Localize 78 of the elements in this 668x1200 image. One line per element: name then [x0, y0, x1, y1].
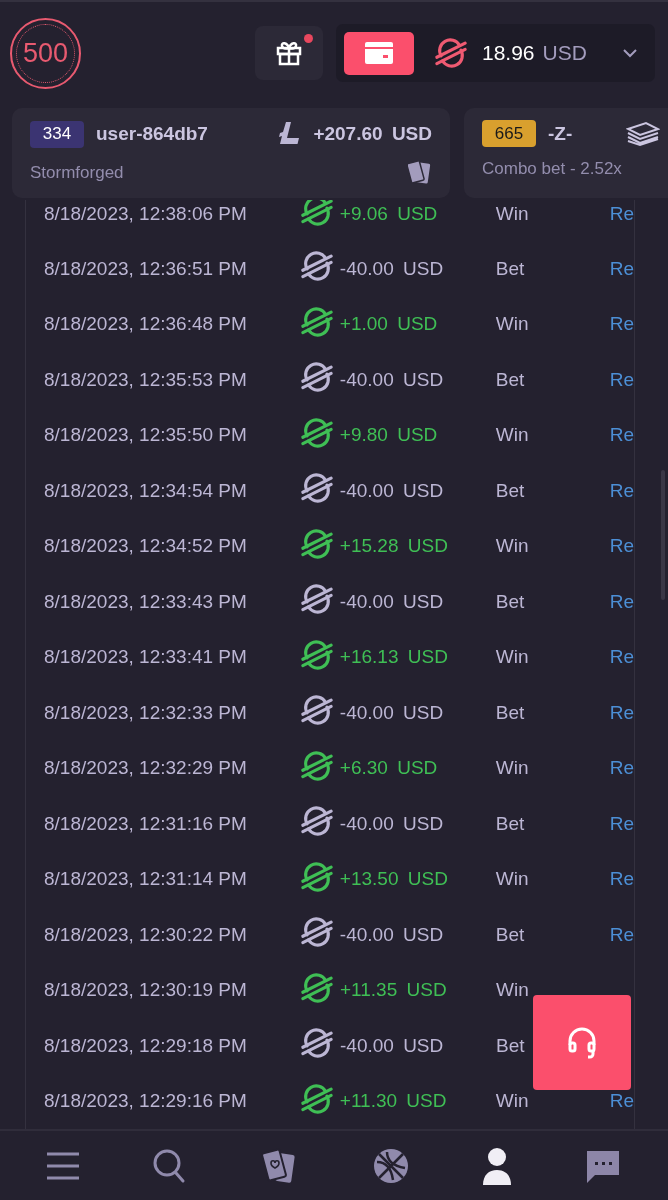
transaction-date: 8/18/2023, 12:34:52 PM — [43, 535, 248, 558]
logo: 500 — [10, 17, 81, 89]
transaction-type: Win — [495, 535, 529, 557]
balance-amount: 18.96 — [482, 41, 535, 65]
transaction-type: Win — [495, 202, 529, 224]
transaction-date: 8/18/2023, 12:31:14 PM — [43, 868, 248, 891]
transaction-type: Bet — [495, 923, 525, 945]
transaction-amount: +9.80 USD — [339, 424, 439, 447]
transaction-link[interactable]: Re — [609, 701, 634, 724]
transaction-link[interactable]: Re — [609, 202, 634, 225]
transaction-type: Bet — [495, 701, 525, 723]
level-badge: 665 — [482, 120, 536, 147]
transaction-amount: -40.00 USD — [339, 923, 445, 946]
transaction-link[interactable]: Re — [609, 479, 634, 502]
transaction-link[interactable]: Re — [609, 757, 634, 780]
bet-amount: +207.60 USD — [313, 123, 432, 145]
transaction-type: Bet — [495, 257, 525, 279]
transaction-link[interactable]: Re — [609, 535, 634, 558]
transaction-amount: -40.00 USD — [339, 479, 445, 502]
transaction-date: 8/18/2023, 12:32:29 PM — [43, 757, 248, 780]
username: -Z- — [548, 122, 573, 145]
transaction-link[interactable]: Re — [609, 868, 634, 891]
transaction-link[interactable]: Re — [609, 812, 634, 835]
bet-card[interactable]: 665 -Z- Combo bet - 2.52x — [464, 108, 668, 198]
transaction-date: 8/18/2023, 12:33:43 PM — [43, 590, 248, 613]
transaction-link[interactable]: Re — [609, 424, 634, 447]
transaction-link[interactable]: Re — [609, 646, 634, 669]
transaction-type: Bet — [495, 479, 525, 501]
transaction-type: Bet — [495, 590, 525, 612]
transaction-link[interactable]: Re — [609, 590, 634, 613]
transaction-type: Win — [496, 979, 529, 1001]
transaction-amount: +15.28 USD — [339, 535, 449, 558]
transaction-type: Win — [495, 646, 529, 668]
transaction-link[interactable]: Re — [609, 313, 634, 336]
transaction-amount: -40.00 USD — [339, 368, 445, 391]
transaction-amount: +6.30 USD — [339, 757, 439, 780]
transaction-amount: -40.00 USD — [339, 257, 445, 280]
transaction-date: 8/18/2023, 12:30:22 PM — [43, 923, 248, 946]
transaction-amount: +11.30 USD — [339, 1090, 448, 1113]
transaction-amount: -40.00 USD — [339, 701, 445, 724]
transaction-date: 8/18/2023, 12:32:33 PM — [43, 701, 248, 724]
transaction-link[interactable]: Re — [609, 257, 634, 280]
transaction-date: 8/18/2023, 12:29:18 PM — [43, 1034, 248, 1057]
transaction-type: Win — [495, 757, 529, 779]
transaction-amount: +13.50 USD — [339, 868, 449, 891]
transaction-link[interactable]: Re — [609, 368, 634, 391]
level-badge: 334 — [30, 120, 84, 148]
transaction-date: 8/18/2023, 12:33:41 PM — [43, 646, 248, 669]
transaction-link[interactable]: Re — [609, 1090, 634, 1113]
transaction-amount: -40.00 USD — [340, 1034, 445, 1057]
transaction-date: 8/18/2023, 12:36:51 PM — [43, 257, 248, 280]
transaction-type: Win — [495, 868, 529, 890]
transaction-type: Bet — [495, 812, 525, 834]
transaction-date: 8/18/2023, 12:31:16 PM — [43, 812, 248, 835]
transaction-date: 8/18/2023, 12:29:16 PM — [43, 1090, 248, 1113]
transaction-type: Win — [495, 313, 529, 335]
transaction-type: Bet — [495, 368, 525, 390]
transaction-type: Bet — [496, 1034, 525, 1056]
transaction-date: 8/18/2023, 12:34:54 PM — [43, 479, 248, 502]
transaction-amount: -40.00 USD — [339, 812, 445, 835]
transaction-date: 8/18/2023, 12:35:50 PM — [43, 424, 248, 447]
transaction-date: 8/18/2023, 12:36:48 PM — [43, 313, 248, 336]
transaction-type: Win — [495, 424, 529, 446]
transaction-date: 8/18/2023, 12:30:19 PM — [43, 979, 248, 1002]
bet-card[interactable]: 334 user-864db7 +207.60 USD Stormforged — [12, 108, 450, 198]
transaction-amount: +16.13 USD — [339, 646, 449, 669]
bet-caption: Stormforged — [30, 163, 124, 183]
transaction-date: 8/18/2023, 12:35:53 PM — [43, 368, 248, 391]
transaction-amount: +1.00 USD — [339, 313, 439, 336]
transaction-amount: +11.35 USD — [340, 979, 448, 1002]
transaction-link[interactable]: Re — [609, 923, 634, 946]
username: user-864db7 — [96, 123, 208, 145]
transaction-amount: -40.00 USD — [339, 590, 445, 613]
bet-caption: Combo bet - 2.52x — [482, 159, 622, 179]
transaction-amount: +9.06 USD — [339, 202, 439, 225]
transaction-type: Win — [495, 1090, 529, 1112]
transaction-date: 8/18/2023, 12:38:06 PM — [43, 202, 248, 225]
balance-currency: USD — [542, 41, 587, 65]
